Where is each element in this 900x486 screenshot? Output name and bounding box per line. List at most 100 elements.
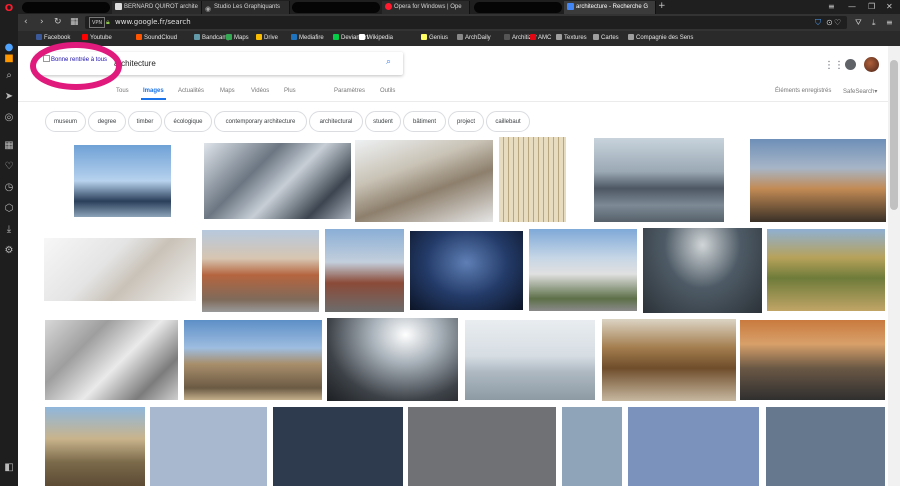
bookmark-label: AMC bbox=[538, 35, 552, 41]
box-icon[interactable]: ⬡ bbox=[3, 203, 15, 215]
result-image[interactable] bbox=[740, 320, 885, 400]
result-image[interactable] bbox=[499, 137, 566, 222]
result-image[interactable] bbox=[184, 320, 322, 400]
bookmark-cartes[interactable]: Cartes bbox=[593, 33, 619, 44]
chip-batiment[interactable]: bâtiment bbox=[403, 111, 446, 132]
sidebar-toggle-icon[interactable]: ◧ bbox=[3, 462, 15, 474]
tab-images[interactable]: Images bbox=[143, 88, 164, 94]
bookmark-favicon-icon bbox=[530, 34, 536, 40]
result-image[interactable] bbox=[767, 229, 885, 311]
tab-maps[interactable]: Maps bbox=[220, 88, 235, 94]
result-image[interactable] bbox=[594, 138, 724, 222]
chip-degree[interactable]: degree bbox=[88, 111, 126, 132]
result-image[interactable] bbox=[408, 407, 556, 486]
bookmark-amc[interactable]: AMC bbox=[530, 33, 551, 44]
chip-museum[interactable]: museum bbox=[45, 111, 86, 132]
bookmark-drive[interactable]: Drive bbox=[256, 33, 278, 44]
heart-icon[interactable]: ♡ bbox=[3, 161, 15, 173]
result-image[interactable] bbox=[355, 140, 493, 222]
camera-icon[interactable]: ◎ bbox=[3, 112, 15, 124]
url-text[interactable]: www.google.fr/search bbox=[115, 16, 191, 29]
settings-link[interactable]: Paramètres bbox=[334, 88, 365, 94]
close-window-icon[interactable]: ✕ bbox=[886, 0, 893, 13]
download-icon[interactable]: ⤓ bbox=[3, 224, 15, 236]
instagram-icon[interactable]: ■ bbox=[3, 53, 15, 65]
heart-bookmark-icon[interactable]: ♡ bbox=[834, 16, 841, 29]
download-toolbar-icon[interactable]: ⤓ bbox=[872, 16, 876, 29]
result-image[interactable] bbox=[465, 320, 595, 400]
result-image[interactable] bbox=[150, 407, 267, 486]
apps-grid-icon[interactable]: ⋮⋮ bbox=[824, 60, 844, 71]
result-image[interactable] bbox=[643, 228, 762, 313]
vpn-badge[interactable]: VPN bbox=[89, 17, 106, 28]
result-image[interactable] bbox=[273, 407, 403, 486]
reload-icon[interactable]: ↻ bbox=[54, 16, 62, 29]
minimize-icon[interactable]: — bbox=[848, 0, 856, 13]
bookmark-mediafire[interactable]: Mediafire bbox=[291, 33, 324, 44]
result-image[interactable] bbox=[325, 229, 404, 312]
result-image[interactable] bbox=[562, 407, 622, 486]
chip-architectural[interactable]: architectural bbox=[309, 111, 363, 132]
history-icon[interactable]: ◷ bbox=[3, 182, 15, 194]
shield-icon[interactable]: ⛉ bbox=[815, 16, 821, 29]
settings-icon[interactable]: ⚙ bbox=[3, 245, 15, 257]
opera-logo-icon[interactable]: O bbox=[3, 3, 15, 15]
result-image[interactable] bbox=[529, 229, 637, 311]
result-image[interactable] bbox=[44, 238, 196, 301]
result-image[interactable] bbox=[628, 407, 759, 486]
bookmark-textures[interactable]: Textures bbox=[556, 33, 587, 44]
bookmark-archdaily[interactable]: ArchDaily bbox=[457, 33, 491, 44]
bookmark-maps[interactable]: Maps bbox=[226, 33, 249, 44]
result-image[interactable] bbox=[750, 139, 886, 222]
chip-student[interactable]: student bbox=[365, 111, 401, 132]
tab-all[interactable]: Tous bbox=[116, 88, 129, 94]
google-doc-icon bbox=[567, 2, 574, 10]
chip-ecologique[interactable]: écologique bbox=[164, 111, 212, 132]
chip-contemporary-architecture[interactable]: contemporary architecture bbox=[214, 111, 307, 132]
send-icon[interactable]: ➤ bbox=[3, 91, 15, 103]
safesearch-dropdown[interactable]: SafeSearch▾ bbox=[843, 88, 877, 95]
result-image[interactable] bbox=[74, 145, 171, 217]
tab-more[interactable]: Plus bbox=[284, 88, 296, 94]
chip-caillebaut[interactable]: caillebaut bbox=[486, 111, 530, 132]
tab-news[interactable]: Actualités bbox=[178, 88, 204, 94]
result-image[interactable] bbox=[766, 407, 885, 486]
tab-bernard-quirot[interactable]: BERNARD QUIROT archite bbox=[112, 1, 202, 14]
search-icon[interactable]: ⌕ bbox=[3, 70, 15, 82]
bookmark-wikipedia[interactable]: Wikipedia bbox=[359, 33, 393, 44]
tab-studio-les-graphiquants[interactable]: ◉ Studio Les Graphiquants bbox=[202, 1, 290, 14]
forward-icon[interactable]: › bbox=[40, 16, 44, 29]
scrollbar-thumb[interactable] bbox=[890, 60, 898, 210]
chip-project[interactable]: project bbox=[448, 111, 484, 132]
bookmark-compagnie-des-sens[interactable]: Compagnie des Sens bbox=[628, 33, 693, 44]
menu-icon[interactable]: ≡ bbox=[886, 16, 893, 29]
notifications-icon[interactable] bbox=[845, 59, 856, 70]
bookmark-label: Cartes bbox=[601, 35, 619, 41]
saved-items-link[interactable]: Éléments enregistrés bbox=[775, 88, 831, 94]
address-bar[interactable] bbox=[85, 16, 847, 29]
new-tab-button[interactable]: + bbox=[658, 0, 666, 13]
bookmark-soundcloud[interactable]: SoundCloud bbox=[136, 33, 177, 44]
tools-link[interactable]: Outils bbox=[380, 88, 395, 94]
avatar[interactable] bbox=[864, 57, 879, 72]
result-image[interactable] bbox=[410, 231, 523, 310]
bookmark-genius[interactable]: Genius bbox=[421, 33, 448, 44]
tab-opera-for-windows[interactable]: Opera for Windows | Ope bbox=[382, 1, 470, 14]
easy-setup-icon[interactable]: ⛛ bbox=[855, 16, 862, 29]
tab-menu-icon[interactable]: ≡ bbox=[828, 0, 835, 13]
result-image[interactable] bbox=[45, 407, 145, 486]
result-image[interactable] bbox=[602, 319, 736, 401]
result-image[interactable] bbox=[204, 143, 351, 219]
maximize-icon[interactable]: ❐ bbox=[868, 0, 875, 13]
result-image[interactable] bbox=[327, 318, 458, 401]
chip-timber[interactable]: timber bbox=[128, 111, 162, 132]
search-icon[interactable]: ⌕ bbox=[386, 57, 391, 67]
tab-videos[interactable]: Vidéos bbox=[251, 88, 269, 94]
speed-dial-icon[interactable]: ▦ bbox=[3, 140, 15, 152]
speed-dial-button-icon[interactable]: ▦ bbox=[70, 16, 79, 29]
snapshot-icon[interactable]: ⊙ bbox=[826, 16, 833, 29]
tab-architecture-search[interactable]: architecture - Recherche G bbox=[564, 1, 656, 14]
back-icon[interactable]: ‹ bbox=[24, 16, 28, 29]
result-image[interactable] bbox=[45, 320, 178, 400]
result-image[interactable] bbox=[202, 230, 319, 312]
